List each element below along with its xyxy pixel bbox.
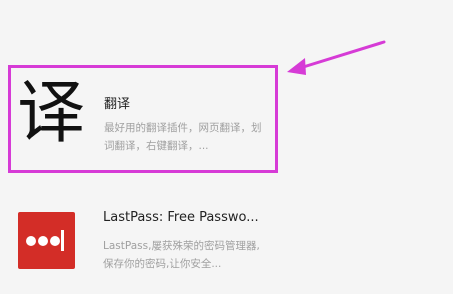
lastpass-dot-icon [26,236,36,246]
lastpass-bar-icon [61,230,64,251]
lastpass-dot-icon [50,236,60,246]
lastpass-dot-icon [38,236,48,246]
extension-item-translate[interactable]: 译 翻译 最好用的翻译插件，网页翻译，划词翻译，右键翻译，... [8,65,278,173]
lastpass-icon [18,212,75,269]
translate-char-icon: 译 [16,74,85,153]
extension-description: 最好用的翻译插件，网页翻译，划词翻译，右键翻译，... [104,122,262,152]
extension-item-lastpass[interactable]: LastPass: Free Passwo... LastPass,屡获殊荣的密… [8,199,278,289]
extension-list-page: 译 翻译 最好用的翻译插件，网页翻译，划词翻译，右键翻译，... LastPas… [0,0,453,294]
extension-title: LastPass: Free Passwo... [103,210,259,225]
extension-title: 翻译 [104,97,131,112]
extension-description: LastPass,屡获殊荣的密码管理器,保存你的密码,让你安全... [103,240,260,270]
